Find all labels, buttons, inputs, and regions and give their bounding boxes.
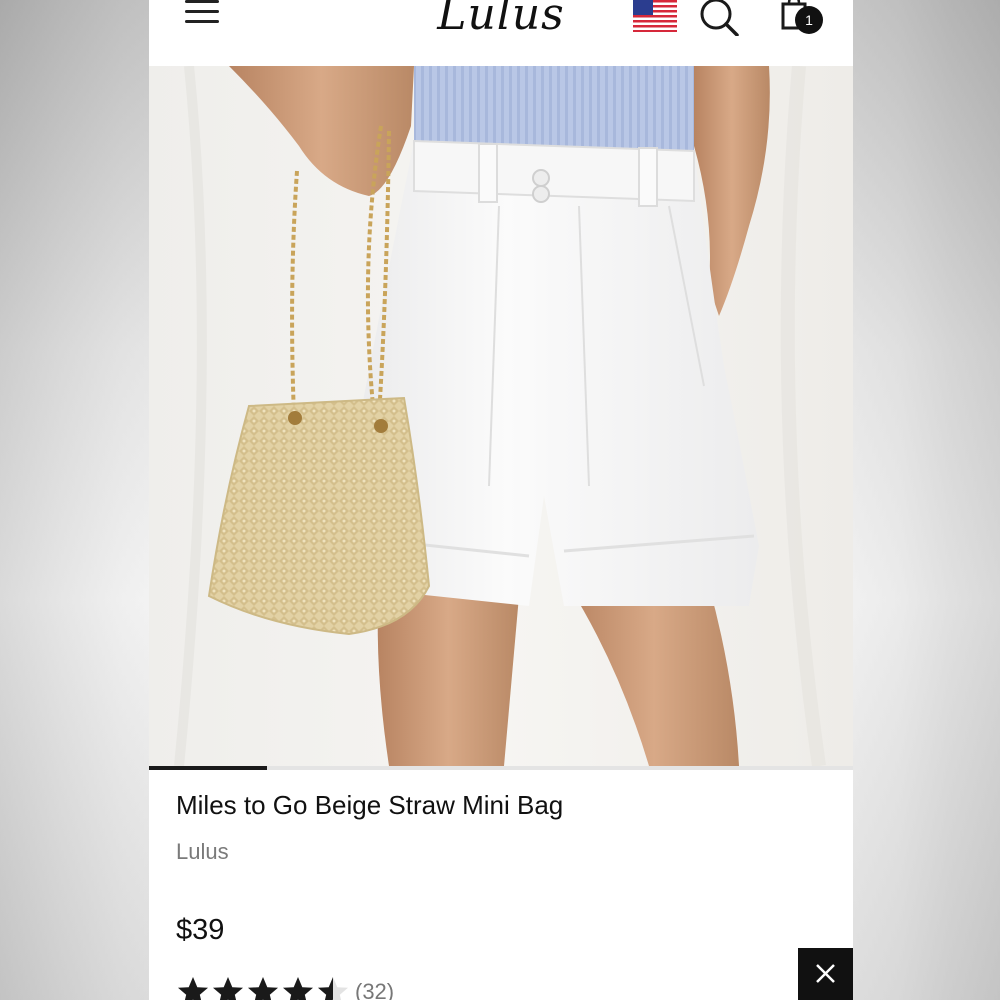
gallery-progress [149, 766, 853, 770]
review-count[interactable]: (32) [355, 979, 394, 1000]
star-icon [213, 977, 243, 1000]
background-blur-right [853, 0, 1000, 1000]
star-icon [178, 977, 208, 1000]
mobile-product-page: Lulus 1 Miles to Go Beige Straw Mini Bag… [149, 0, 853, 1000]
close-icon [816, 964, 835, 983]
lulus-logo[interactable]: Lulus [431, 0, 571, 40]
star-icon [283, 977, 313, 1000]
product-rating[interactable]: (32) [176, 972, 394, 1000]
product-price: $39 [176, 914, 225, 946]
us-flag-icon[interactable] [633, 0, 677, 32]
rating-stars [176, 975, 351, 1000]
product-title: Miles to Go Beige Straw Mini Bag [176, 790, 564, 820]
star-icon [248, 977, 278, 1000]
site-header: Lulus 1 [149, 0, 853, 66]
close-overlay-button[interactable] [798, 948, 853, 1000]
background-blur-left [0, 0, 149, 1000]
product-image[interactable] [149, 66, 853, 766]
cart-count-badge: 1 [795, 6, 823, 34]
star-icon [318, 977, 348, 1000]
search-icon[interactable] [697, 0, 741, 36]
menu-icon[interactable] [185, 0, 219, 26]
gallery-progress-fill [149, 766, 267, 770]
product-brand[interactable]: Lulus [176, 839, 229, 865]
